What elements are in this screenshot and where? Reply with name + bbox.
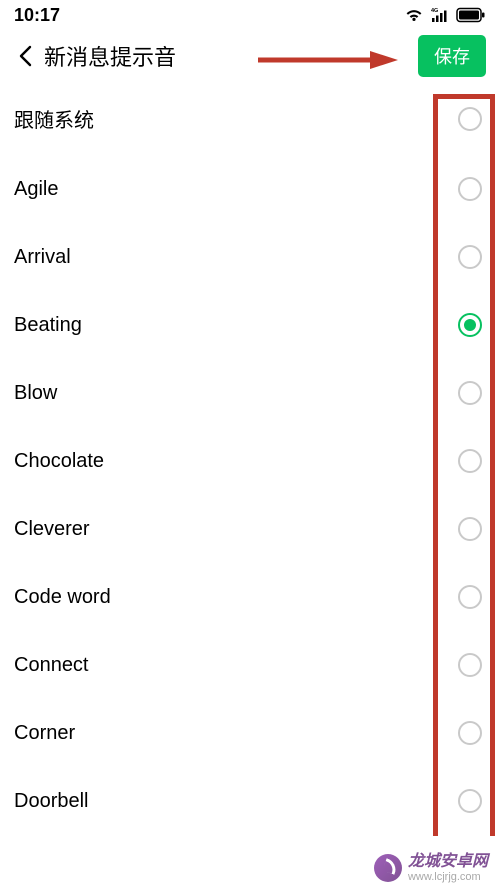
sound-option[interactable]: Corner (0, 699, 500, 767)
radio-indicator (458, 517, 482, 541)
wifi-icon (404, 7, 424, 23)
sound-option[interactable]: Code word (0, 563, 500, 631)
sound-option[interactable]: 跟随系统 (0, 82, 500, 155)
sound-option-label: Connect (14, 654, 89, 677)
save-button[interactable]: 保存 (418, 35, 486, 77)
radio-indicator (458, 177, 482, 201)
sound-list: 跟随系统 Agile Arrival Beating Blow Chocolate Clev… (0, 82, 500, 835)
sound-option[interactable]: Beating (0, 291, 500, 359)
sound-option[interactable]: Arrival (0, 223, 500, 291)
sound-option[interactable]: Chocolate (0, 427, 500, 495)
back-button[interactable] (12, 43, 38, 69)
sound-option-label: Doorbell (14, 790, 88, 813)
sound-option-label: Blow (14, 382, 57, 405)
watermark: 龙城安卓网 www.lcjrjg.com (374, 853, 488, 883)
status-indicators: 4G (404, 7, 486, 23)
radio-indicator (458, 381, 482, 405)
chevron-left-icon (18, 45, 32, 67)
header: 新消息提示音 保存 (0, 30, 500, 82)
status-time: 10:17 (14, 5, 60, 26)
radio-indicator (458, 721, 482, 745)
sound-option-label: Agile (14, 178, 58, 201)
sound-option-label: Corner (14, 722, 75, 745)
watermark-text-cn: 龙城安卓网 (408, 853, 488, 871)
signal-icon: 4G (430, 7, 450, 23)
watermark-text-en: www.lcjrjg.com (408, 871, 488, 883)
sound-option-label: Arrival (14, 246, 71, 269)
sound-option-label: Chocolate (14, 450, 104, 473)
sound-option[interactable]: Agile (0, 155, 500, 223)
watermark-icon (374, 854, 402, 882)
sound-option-label: Cleverer (14, 518, 90, 541)
radio-indicator (458, 585, 482, 609)
radio-indicator (458, 245, 482, 269)
radio-indicator (458, 107, 482, 131)
battery-icon (456, 7, 486, 23)
radio-indicator (458, 313, 482, 337)
sound-option-label: 跟随系统 (14, 104, 94, 133)
sound-option-label: Beating (14, 314, 82, 337)
radio-indicator (458, 789, 482, 813)
page-title: 新消息提示音 (44, 40, 176, 72)
sound-option[interactable]: Connect (0, 631, 500, 699)
sound-option-label: Code word (14, 586, 111, 609)
svg-text:4G: 4G (431, 8, 438, 14)
status-bar: 10:17 4G (0, 0, 500, 30)
sound-option[interactable]: Cleverer (0, 495, 500, 563)
radio-indicator (458, 653, 482, 677)
sound-option[interactable]: Doorbell (0, 767, 500, 835)
radio-indicator (458, 449, 482, 473)
sound-option[interactable]: Blow (0, 359, 500, 427)
